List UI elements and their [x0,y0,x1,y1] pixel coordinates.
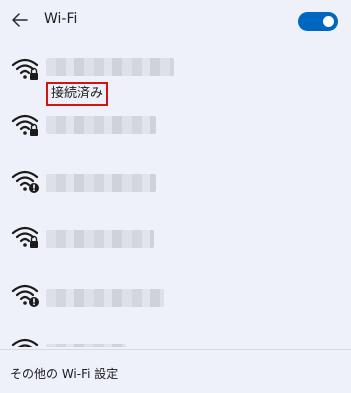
back-button[interactable] [10,10,30,30]
wifi-warning-icon [11,170,39,193]
network-item[interactable] [0,218,351,274]
network-name [46,344,126,347]
network-item[interactable]: 接続済み [0,50,351,106]
network-item[interactable] [0,162,351,218]
wifi-secured-icon [11,226,39,248]
network-item[interactable] [0,332,351,347]
wifi-secured-icon [11,338,39,347]
network-item[interactable] [0,106,351,162]
network-name [46,174,156,192]
network-item[interactable] [0,274,351,330]
network-list: 接続済み [0,42,351,347]
wifi-warning-icon [11,284,39,307]
connection-status: 接続済み [46,82,109,106]
wifi-toggle[interactable] [298,12,338,31]
network-name [46,230,154,248]
network-name [46,116,156,134]
network-name [46,58,174,76]
arrow-left-icon [12,13,28,27]
more-wifi-settings-link[interactable]: その他の Wi-Fi 設定 [10,365,118,382]
network-name [46,289,164,307]
wifi-secured-icon [11,114,39,136]
wifi-secured-icon [11,58,39,80]
page-title: Wi-Fi [44,11,78,27]
footer-divider [0,349,351,350]
toggle-knob [323,16,334,27]
wifi-header: Wi-Fi [0,0,351,42]
